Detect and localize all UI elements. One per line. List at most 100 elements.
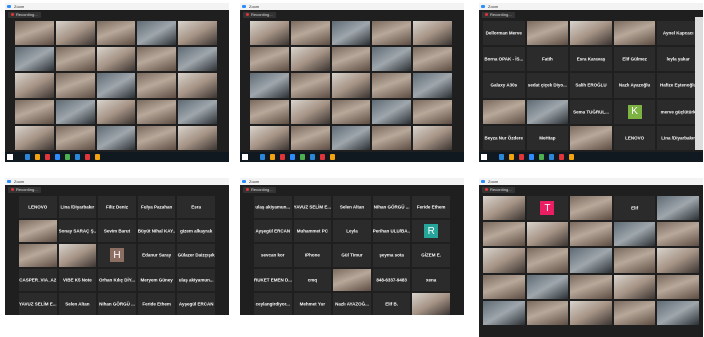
- taskbar-app-icon[interactable]: [35, 154, 40, 160]
- participant-tile[interactable]: [613, 222, 656, 247]
- participant-tile[interactable]: [55, 47, 95, 72]
- participant-tile[interactable]: [526, 300, 569, 325]
- participant-tile[interactable]: [55, 125, 95, 150]
- participant-tile[interactable]: gizem alkayrak: [177, 220, 215, 243]
- participant-tile[interactable]: Perihan ULU/BA...: [372, 220, 411, 243]
- participant-tile[interactable]: [15, 47, 54, 72]
- participant-tile[interactable]: [250, 47, 289, 72]
- participant-tile[interactable]: [290, 47, 330, 72]
- recording-indicator[interactable]: Recording...: [8, 187, 41, 193]
- recording-indicator[interactable]: Recording...: [243, 187, 276, 193]
- participant-tile[interactable]: Muhammet PC: [293, 220, 332, 243]
- participant-tile[interactable]: [526, 274, 569, 299]
- participant-tile[interactable]: [290, 21, 330, 46]
- participant-tile[interactable]: Edanur Saray: [137, 244, 176, 267]
- taskbar-app-icon[interactable]: [519, 154, 524, 160]
- taskbar-app-icon[interactable]: [559, 154, 564, 160]
- participant-tile[interactable]: Feride Ethem: [412, 196, 450, 219]
- participant-tile[interactable]: [96, 125, 136, 150]
- participant-tile[interactable]: [372, 21, 412, 46]
- participant-tile[interactable]: VIBE K5 Note: [58, 268, 97, 291]
- participant-tile[interactable]: Mehmet Yur: [293, 292, 332, 315]
- participant-tile[interactable]: [331, 21, 371, 46]
- recording-indicator[interactable]: Recording...: [8, 12, 41, 18]
- participant-tile[interactable]: Selen Altan: [58, 292, 97, 315]
- taskbar-app-icon[interactable]: [55, 154, 60, 160]
- participant-tile[interactable]: Leyla: [333, 220, 371, 243]
- taskbar-app-icon[interactable]: [529, 154, 534, 160]
- participant-tile[interactable]: [178, 125, 217, 150]
- participant-tile[interactable]: xena: [412, 268, 450, 291]
- taskbar-app-icon[interactable]: [290, 154, 295, 160]
- participant-tile[interactable]: ceylangirdiyor...: [254, 292, 292, 315]
- participant-tile[interactable]: [15, 125, 54, 150]
- participant-tile[interactable]: [483, 300, 525, 325]
- participant-tile[interactable]: [413, 47, 452, 72]
- participant-tile[interactable]: [413, 73, 452, 98]
- participant-tile[interactable]: T: [526, 196, 569, 221]
- recording-indicator[interactable]: Recording...: [482, 187, 515, 193]
- participant-tile[interactable]: Nazlı Ayazoğlu: [613, 73, 656, 98]
- participant-tile[interactable]: Aynel Kapcacı: [657, 21, 699, 46]
- participant-tile[interactable]: [613, 21, 656, 46]
- participant-tile[interactable]: Borna OPAK - İS...: [483, 47, 525, 72]
- participant-tile[interactable]: CASPER_VIA_A2: [19, 268, 57, 291]
- participant-tile[interactable]: şeyma sota: [372, 244, 411, 267]
- windows-start-icon[interactable]: [7, 154, 13, 160]
- participant-tile[interactable]: [526, 99, 569, 124]
- participant-tile[interactable]: [96, 73, 136, 98]
- participant-tile[interactable]: [331, 73, 371, 98]
- participant-tile[interactable]: Hafize Eştenoğlu: [657, 73, 699, 98]
- participant-tile[interactable]: Dellorman Merve: [483, 21, 525, 46]
- participant-tile[interactable]: Sevim Barut: [98, 220, 136, 243]
- participant-tile[interactable]: [657, 300, 699, 325]
- participant-tile[interactable]: [657, 222, 699, 247]
- participant-tile[interactable]: [55, 73, 95, 98]
- participant-tile[interactable]: [55, 99, 95, 124]
- participant-tile[interactable]: LENOVO: [613, 125, 656, 150]
- recording-indicator[interactable]: Recording...: [243, 12, 276, 18]
- participant-tile[interactable]: [372, 47, 412, 72]
- participant-tile[interactable]: Salih EROĞLU: [570, 73, 612, 98]
- participant-tile[interactable]: [96, 47, 136, 72]
- participant-tile[interactable]: [526, 21, 569, 46]
- participant-tile[interactable]: YAVUZ SELİM E...: [293, 196, 332, 219]
- participant-tile[interactable]: [58, 244, 97, 267]
- participant-tile[interactable]: Fulya Pazahan: [137, 196, 176, 219]
- participant-tile[interactable]: [483, 274, 525, 299]
- participant-tile[interactable]: [178, 73, 217, 98]
- participant-tile[interactable]: iPhone: [293, 244, 332, 267]
- participant-tile[interactable]: ulaş akiyamun...: [254, 196, 292, 219]
- participant-tile[interactable]: YAVUZ SELİM E...: [19, 292, 57, 315]
- participant-tile[interactable]: [15, 73, 54, 98]
- taskbar-app-icon[interactable]: [300, 154, 305, 160]
- taskbar-app-icon[interactable]: [280, 154, 285, 160]
- participant-tile[interactable]: [483, 99, 525, 124]
- participant-tile[interactable]: [483, 222, 525, 247]
- participant-tile[interactable]: Filiz Deniz: [98, 196, 136, 219]
- taskbar-app-icon[interactable]: [25, 154, 30, 160]
- participant-tile[interactable]: [178, 47, 217, 72]
- participant-tile[interactable]: Elif: [613, 196, 656, 221]
- participant-tile[interactable]: Meryem Güney: [137, 268, 176, 291]
- taskbar-app-icon[interactable]: [499, 154, 504, 160]
- participant-tile[interactable]: [178, 99, 217, 124]
- participant-tile[interactable]: MeHtap: [526, 125, 569, 150]
- participant-tile[interactable]: RUKET EMEN D...: [254, 268, 292, 291]
- taskbar-app-icon[interactable]: [260, 154, 265, 160]
- taskbar-app-icon[interactable]: [85, 154, 90, 160]
- participant-tile[interactable]: Ayşegül ERCAN: [177, 292, 215, 315]
- participant-tile[interactable]: Elif B.: [372, 292, 411, 315]
- participant-tile[interactable]: [19, 220, 57, 243]
- participant-tile[interactable]: [570, 222, 612, 247]
- participant-tile[interactable]: Lina /Diyarbakır: [58, 196, 97, 219]
- participant-tile[interactable]: Feride Ethem: [137, 292, 176, 315]
- windows-start-icon[interactable]: [242, 154, 248, 160]
- participant-tile[interactable]: [178, 21, 217, 46]
- participant-tile[interactable]: [96, 21, 136, 46]
- participant-tile[interactable]: 848-6337-9483: [372, 268, 411, 291]
- taskbar-app-icon[interactable]: [539, 154, 544, 160]
- participant-tile[interactable]: [250, 21, 289, 46]
- participant-tile[interactable]: Ayşegül ERCAN: [254, 220, 292, 243]
- participant-tile[interactable]: leyla yakar: [657, 47, 699, 72]
